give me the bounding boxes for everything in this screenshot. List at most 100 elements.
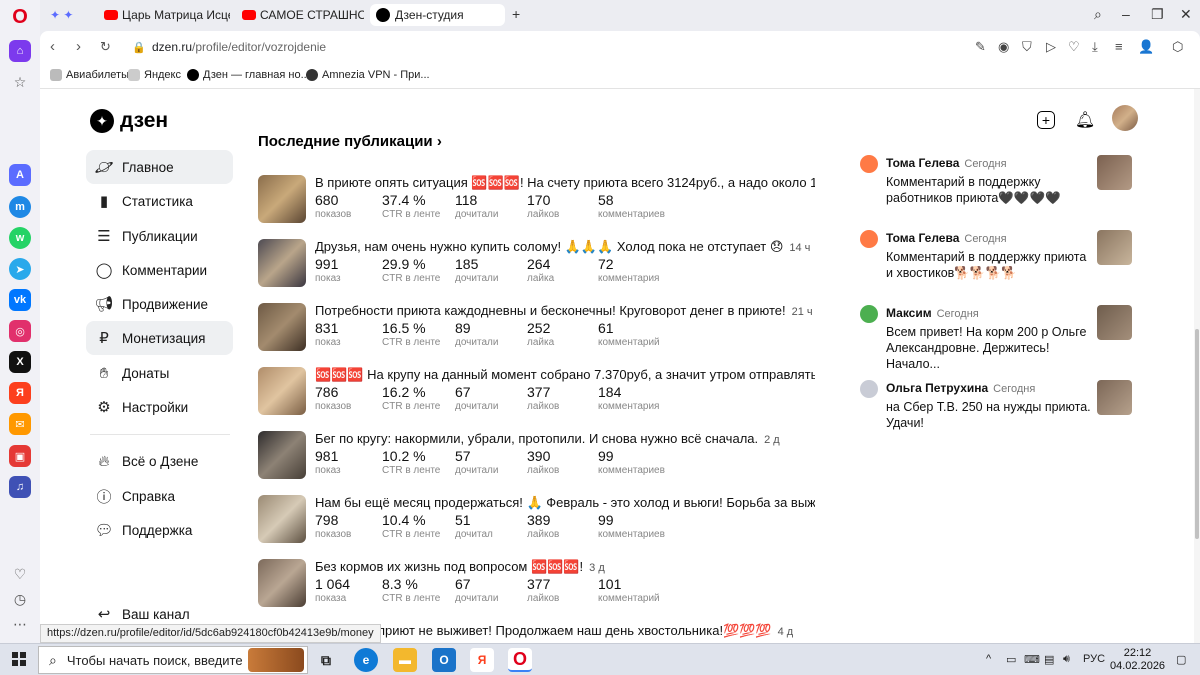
commenter-avatar[interactable] [860, 155, 878, 173]
bookmark-amnezia[interactable]: Amnezia VPN - При... [306, 69, 430, 81]
commenter-avatar[interactable] [860, 305, 878, 323]
play-icon[interactable]: ▷ [1046, 39, 1056, 55]
notifications-icon[interactable]: ▢ [1176, 653, 1186, 666]
menu-item-about[interactable]: 🔥︎ Всё о Дзене [86, 444, 233, 478]
menu-item-monetization[interactable]: ₽ Монетизация [86, 321, 233, 355]
explorer-icon[interactable]: ▬ [393, 648, 417, 672]
tab-youtube-1[interactable]: Царь Матрица Исцел [98, 4, 230, 26]
messenger-icon[interactable]: m [9, 196, 31, 218]
commenter-name[interactable]: Максим Сегодня [886, 306, 979, 320]
table-row[interactable]: Нам бы ещё месяц продержаться! 🙏 Февраль… [258, 495, 838, 547]
publication-title[interactable]: Без кормов их жизнь под вопросом 🆘🆘🆘! 3 д [315, 559, 605, 575]
menu-item-promotion[interactable]: 📢︎ Продвижение [86, 287, 233, 321]
bookmark-dzen[interactable]: Дзен — главная но... [187, 69, 310, 81]
minimize-button[interactable]: – [1122, 6, 1130, 22]
edge-icon[interactable]: e [354, 648, 378, 672]
publication-title[interactable]: Потребности приюта каждодневны и бесконе… [315, 303, 813, 318]
publication-thumbnail[interactable] [258, 559, 306, 607]
avatar[interactable] [1112, 105, 1138, 131]
forward-button[interactable]: › [76, 38, 81, 55]
url-field[interactable]: dzen.ru/profile/editor/vozrojdenie [152, 40, 326, 54]
whatsapp-icon[interactable]: w [9, 227, 31, 249]
maximize-button[interactable]: ❐ [1151, 6, 1164, 23]
publication-title[interactable]: 🆘🆘🆘 На крупу на данный момент собрано 7.… [315, 367, 815, 383]
publication-thumbnail[interactable] [258, 495, 306, 543]
tab-dzen-studio[interactable]: Дзен-студия [370, 4, 505, 26]
taskbar-clock[interactable]: 22:12 04.02.2026 [1110, 647, 1165, 673]
outlook-icon[interactable]: O [432, 648, 456, 672]
opera-logo-icon[interactable]: O [9, 6, 31, 28]
tray-keyboard-icon[interactable]: ⌨ [1024, 653, 1040, 666]
comment-post-thumbnail[interactable] [1097, 305, 1132, 340]
new-tab-button[interactable]: + [512, 6, 520, 22]
heart-outline-icon[interactable]: ♡ [1068, 39, 1080, 55]
more-icon[interactable]: ⋯ [10, 614, 30, 634]
tab-youtube-2[interactable]: САМОЕ СТРАШНО [236, 4, 364, 26]
bell-icon[interactable]: 🔔︎ [1074, 109, 1096, 131]
language-indicator[interactable]: РУС [1083, 653, 1105, 665]
menu-item-stats[interactable]: ▮ Статистика [86, 184, 233, 218]
instagram-icon[interactable]: ◎ [9, 320, 31, 342]
history-icon[interactable]: ◷ [10, 589, 30, 609]
table-row[interactable]: В приюте опять ситуация 🆘🆘🆘! На счету пр… [258, 175, 838, 227]
tray-chevron-icon[interactable]: ^ [986, 653, 991, 665]
menu-item-comments[interactable]: ◯ Комментарии [86, 253, 233, 287]
table-row[interactable]: Без кормов их жизнь под вопросом 🆘🆘🆘! 3 д… [258, 559, 838, 611]
menu-item-main[interactable]: 🪐︎ Главное [86, 150, 233, 184]
shield-icon[interactable]: ⛉ [1022, 39, 1032, 55]
publication-title[interactable]: Бег по кругу: накормили, убрали, протопи… [315, 431, 780, 446]
telegram-icon[interactable]: ➤ [9, 258, 31, 280]
heart-icon[interactable]: ♡ [10, 564, 30, 584]
camera-icon[interactable]: ◉ [998, 39, 1009, 55]
commenter-name[interactable]: Тома Гелева Сегодня [886, 156, 1007, 170]
dzen-logo[interactable]: ✦ дзен [90, 109, 168, 133]
commenter-name[interactable]: Тома Гелева Сегодня [886, 231, 1007, 245]
menu-item-settings[interactable]: ⚙ Настройки [86, 390, 233, 424]
opera-taskbar-icon[interactable]: O [508, 648, 532, 672]
table-row[interactable]: Бег по кругу: накормили, убрали, протопи… [258, 431, 838, 483]
publication-title[interactable]: В приюте опять ситуация 🆘🆘🆘! На счету пр… [315, 175, 815, 191]
music-icon[interactable]: ♫ [9, 476, 31, 498]
publication-title[interactable]: Друзья, нам очень нужно купить солому! 🙏… [315, 239, 810, 255]
star-icon[interactable]: ☆ [10, 72, 30, 92]
mail-icon[interactable]: ✉ [9, 413, 31, 435]
section-title[interactable]: Последние публикации › [258, 133, 442, 150]
reload-button[interactable]: ↻ [100, 39, 111, 55]
tab-group-icons[interactable]: ✦ ✦ [44, 4, 94, 26]
tray-display-icon[interactable]: ▭ [1006, 653, 1016, 666]
vk-icon[interactable]: vk [9, 289, 31, 311]
volume-icon[interactable]: 🔊︎ [1063, 653, 1070, 666]
comment-post-thumbnail[interactable] [1097, 380, 1132, 415]
yandex-icon[interactable]: Я [9, 382, 31, 404]
publication-thumbnail[interactable] [258, 367, 306, 415]
windows-start-icon[interactable] [12, 652, 26, 666]
add-post-icon[interactable]: + [1037, 111, 1055, 129]
network-icon[interactable]: ▤ [1044, 653, 1054, 666]
table-row[interactable]: Потребности приюта каждодневны и бесконе… [258, 303, 838, 355]
publication-title[interactable]: приют не выживет! Продолжаем наш день хв… [378, 623, 793, 639]
publication-title[interactable]: Нам бы ещё месяц продержаться! 🙏 Февраль… [315, 495, 815, 511]
scrollbar-thumb[interactable] [1195, 329, 1199, 539]
home-icon[interactable]: ⌂ [9, 40, 31, 62]
profile-icon[interactable]: 👤 [1138, 39, 1154, 55]
comment-post-thumbnail[interactable] [1097, 155, 1132, 190]
yandex-browser-icon[interactable]: Я [470, 648, 494, 672]
table-row[interactable]: 🆘🆘🆘 На крупу на данный момент собрано 7.… [258, 367, 838, 419]
publication-thumbnail[interactable] [258, 239, 306, 287]
commenter-avatar[interactable] [860, 380, 878, 398]
menu-item-support[interactable]: 💬︎ Поддержка [86, 513, 233, 547]
task-view-icon[interactable]: ⧉ [314, 648, 338, 672]
aria-icon[interactable]: A [9, 164, 31, 186]
x-icon[interactable]: X [9, 351, 31, 373]
publication-thumbnail[interactable] [258, 431, 306, 479]
commenter-name[interactable]: Ольга Петрухина Сегодня [886, 381, 1035, 395]
edit-icon[interactable]: ✎ [975, 39, 986, 55]
commenter-avatar[interactable] [860, 230, 878, 248]
publication-thumbnail[interactable] [258, 303, 306, 351]
cube-icon[interactable]: ⬡ [1172, 39, 1183, 55]
back-button[interactable]: ‹ [50, 38, 55, 55]
menu-item-publications[interactable]: ☰ Публикации [86, 219, 233, 253]
menu-item-help[interactable]: ⓘ Справка [86, 479, 233, 513]
publication-thumbnail[interactable] [258, 175, 306, 223]
page-scrollbar[interactable] [1194, 89, 1200, 643]
